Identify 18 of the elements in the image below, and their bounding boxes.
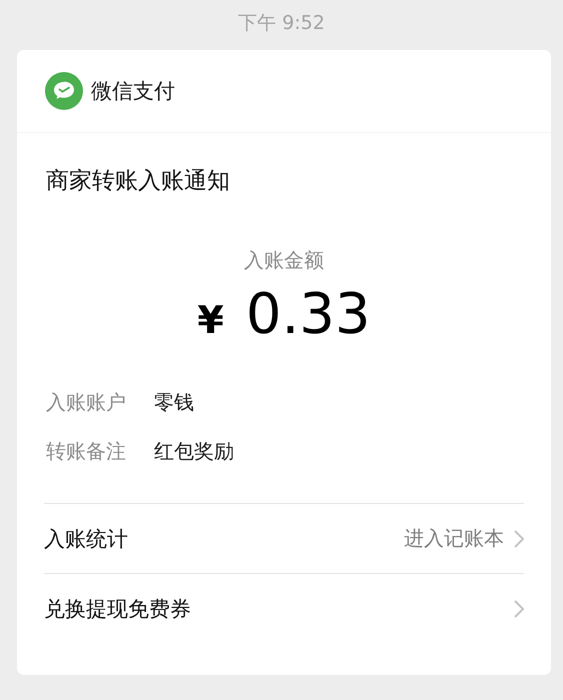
detail-value: 零钱: [154, 389, 194, 416]
detail-label: 入账账户: [46, 389, 126, 416]
link-hint: 进入记账本: [404, 525, 504, 552]
currency-symbol: ¥: [197, 298, 224, 342]
notification-title: 商家转账入账通知: [46, 168, 230, 194]
chevron-right-icon: [514, 600, 524, 618]
amount-label: 入账金额: [244, 248, 324, 272]
timestamp: 下午 9:52: [238, 12, 325, 34]
detail-label: 转账备注: [46, 438, 126, 465]
amount-value: 0.33: [246, 282, 371, 347]
detail-value: 红包奖励: [154, 438, 234, 465]
link-row[interactable]: 兑换提现免费券: [44, 573, 524, 643]
wechat-pay-logo-icon: [45, 72, 83, 110]
link-label: 兑换提现免费券: [44, 596, 191, 622]
chevron-right-icon: [514, 530, 524, 548]
link-label: 入账统计: [44, 526, 128, 552]
link-row[interactable]: 入账统计 进入记账本: [44, 503, 524, 573]
app-name: 微信支付: [91, 78, 175, 105]
